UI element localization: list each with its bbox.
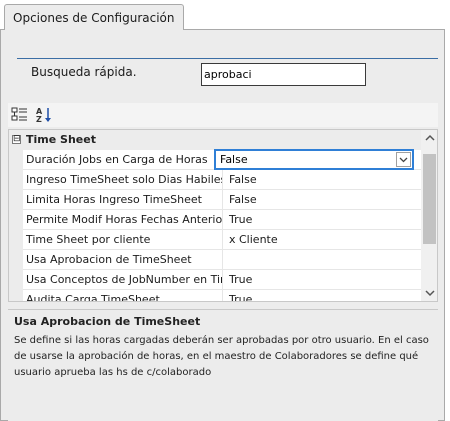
dropdown-button[interactable] [396,152,411,167]
property-value[interactable]: True [224,210,421,229]
grid-gutter [9,150,23,301]
collapse-icon[interactable]: ⊟ [12,135,21,144]
scroll-up-icon[interactable] [425,134,435,142]
property-name: Usa Aprobacion de TimeSheet [23,250,223,269]
tab-opciones-configuracion[interactable]: Opciones de Configuración [4,4,184,30]
category-label: Time Sheet [26,133,96,146]
categorized-view-button[interactable] [11,106,31,124]
scrollbar-thumb[interactable] [423,154,436,244]
header-divider [17,58,438,59]
alphabetical-sort-icon: A Z [36,107,51,124]
help-title: Usa Aprobacion de TimeSheet [14,315,201,328]
help-panel: Usa Aprobacion de TimeSheet Se define si… [8,309,438,421]
property-value[interactable]: False [224,190,421,209]
value-dropdown[interactable]: False [214,149,414,170]
property-name: Audita Carga TimeSheet [23,290,223,301]
alphabetical-sort-button[interactable]: A Z [35,106,55,124]
help-description: Se define si las horas cargadas deberán … [14,335,429,378]
quick-search-input[interactable] [201,63,366,86]
property-value[interactable]: x Cliente [224,230,421,249]
property-name: Permite Modif Horas Fechas Anteriores [23,210,223,229]
scroll-down-icon[interactable] [425,289,435,297]
chevron-down-icon [399,157,408,163]
tab-label: Opciones de Configuración [13,11,175,25]
property-row-selected[interactable]: Usa Aprobacion de TimeSheet [23,250,421,270]
property-value[interactable]: True [224,290,421,301]
property-row[interactable]: Audita Carga TimeSheet True [23,290,421,301]
property-value[interactable]: False [224,170,421,189]
property-grid-toolbar: A Z [8,103,438,127]
property-name: Usa Conceptos de JobNumber en TimeSheet [23,270,223,289]
property-name: Ingreso TimeSheet solo Dias Habiles [23,170,223,189]
property-row[interactable]: Limita Horas Ingreso TimeSheet False [23,190,421,210]
property-name: Duración Jobs en Carga de Horas [23,150,223,169]
property-row[interactable]: Usa Conceptos de JobNumber en TimeSheet … [23,270,421,290]
dropdown-selected-value: False [220,153,248,166]
quick-search-label: Busqueda rápida. [31,65,137,79]
property-name: Limita Horas Ingreso TimeSheet [23,190,223,209]
svg-text:Z: Z [36,115,42,124]
category-row-time-sheet[interactable]: ⊟ Time Sheet [9,130,421,150]
property-row[interactable]: Ingreso TimeSheet solo Dias Habiles Fals… [23,170,421,190]
categorized-view-icon [11,107,27,121]
property-value[interactable]: True [224,270,421,289]
property-row[interactable]: Permite Modif Horas Fechas Anteriores Tr… [23,210,421,230]
property-name: Time Sheet por cliente [23,230,223,249]
property-row[interactable]: Time Sheet por cliente x Cliente [23,230,421,250]
vertical-scrollbar[interactable] [421,130,437,301]
